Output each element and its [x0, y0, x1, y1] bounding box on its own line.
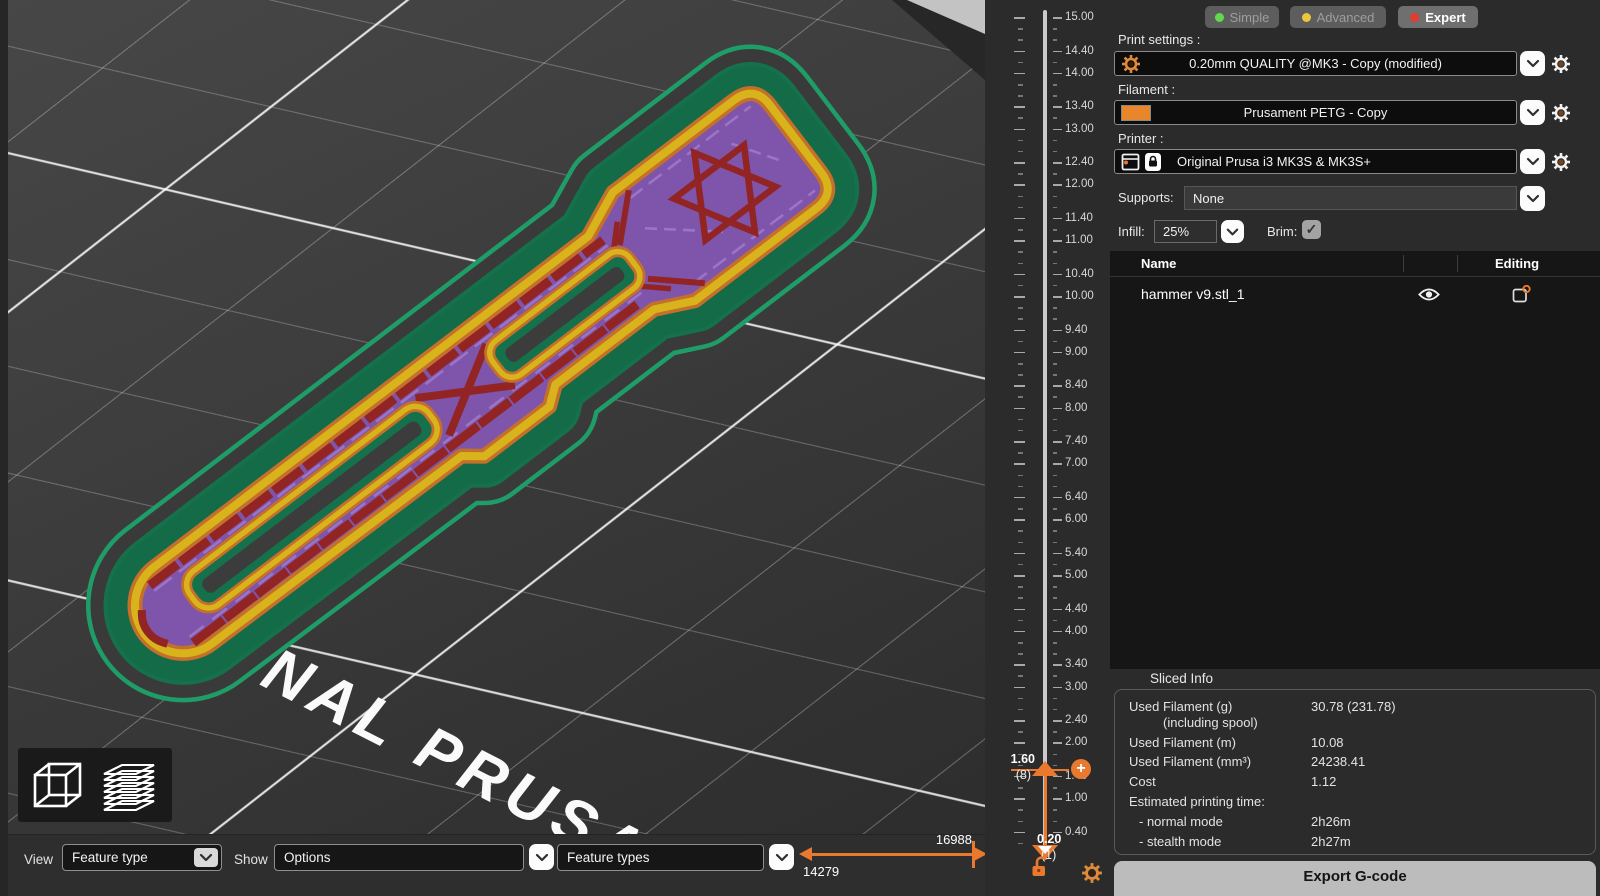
preview-view-button[interactable] [98, 754, 160, 816]
sliced-info-box: Used Filament (g) (including spool) 30.78 … [1114, 689, 1596, 855]
chevron-down-icon [775, 853, 788, 861]
sliced-info-row: - stealth mode 2h27m [1139, 833, 1351, 849]
simple-mode-dot [1214, 12, 1224, 22]
supports-select[interactable]: None [1184, 186, 1517, 210]
supports-label: Supports: [1118, 190, 1174, 205]
add-color-change-button[interactable]: + [1071, 759, 1091, 779]
chevron-down-icon [194, 848, 218, 867]
visibility-eye-icon[interactable] [1418, 287, 1440, 302]
supports-dropdown-button[interactable] [1520, 186, 1545, 211]
legend-select-button[interactable] [769, 844, 794, 870]
print-settings-icon [1121, 53, 1141, 74]
upper-layer-height-value: 1.60 [1010, 752, 1035, 766]
legend-settings-gear-icon[interactable] [1081, 862, 1103, 884]
edit-object-icon[interactable] [1512, 285, 1531, 303]
object-list: Name Editing hammer v9.stl_1 [1110, 251, 1600, 669]
unlock-icon[interactable] [1031, 856, 1051, 878]
infill-value-field[interactable]: 25% [1154, 220, 1217, 243]
show-label: Show [234, 852, 268, 867]
edit-print-settings-gear-icon[interactable] [1551, 54, 1571, 74]
layer-slider-upper-handle[interactable] [1032, 761, 1058, 776]
view-label: View [24, 852, 54, 867]
object-name: hammer v9.stl_1 [1141, 286, 1245, 302]
advanced-mode-dot [1301, 12, 1311, 22]
lock-icon [1149, 155, 1157, 167]
brim-label: Brim: [1267, 224, 1298, 239]
column-editing-header: Editing [1495, 256, 1540, 271]
lower-layer-height-value: 0.20 [1037, 832, 1062, 846]
object-list-header: Name Editing [1110, 251, 1600, 277]
infill-dropdown-button[interactable] [1221, 220, 1244, 243]
view-select[interactable]: Feature type [62, 844, 222, 871]
export-gcode-button[interactable]: Export G-code [1114, 861, 1596, 896]
show-select-button[interactable] [529, 844, 554, 870]
mode-simple-button[interactable]: Simple [1205, 6, 1279, 28]
infill-label: Infill: [1118, 224, 1145, 239]
chevron-down-icon [1526, 194, 1539, 203]
filament-color-swatch [1121, 104, 1151, 121]
chevron-down-icon [1226, 228, 1239, 235]
printer-icon [1121, 153, 1140, 170]
locked-preset-badge [1145, 152, 1161, 171]
sliced-info-row: Used Filament (mm³) 24238.41 [1129, 754, 1366, 770]
preview-toolbar: View Feature type Show Options Feature t… [8, 832, 985, 896]
filament-select[interactable]: Prusament PETG - Copy [1114, 100, 1517, 125]
print-settings-label: Print settings : [1118, 32, 1201, 47]
brim-checkbox[interactable] [1302, 220, 1321, 239]
sliced-info-row: Used Filament (g) (including spool) 30.78 … [1129, 699, 1396, 730]
move-slider-max-label: 16988 [935, 832, 972, 847]
show-select[interactable]: Options [274, 844, 524, 871]
move-slider-current-label: 14279 [803, 864, 840, 879]
printer-dropdown-button[interactable] [1520, 149, 1545, 174]
object-list-row[interactable]: hammer v9.stl_1 [1110, 277, 1600, 313]
printer-label: Printer : [1118, 131, 1164, 146]
move-slider-right-arrow[interactable] [974, 847, 985, 861]
chevron-down-icon [1526, 157, 1539, 166]
chevron-down-icon [535, 853, 548, 861]
printer-select[interactable]: Original Prusa i3 MK3S & MK3S+ [1114, 149, 1517, 174]
preview-3d-viewport[interactable]: GINAL PRUSA View Feature type Show Optio… [0, 0, 985, 896]
print-settings-dropdown-button[interactable] [1520, 51, 1545, 76]
sliced-info-row: Cost 1.12 [1129, 774, 1337, 790]
sliced-info-row: - normal mode 2h26m [1139, 814, 1351, 830]
expert-mode-dot [1410, 12, 1420, 22]
right-settings-panel: Simple Advanced Expert Print settings : … [1110, 0, 1600, 896]
filament-dropdown-button[interactable] [1520, 100, 1545, 125]
edit-printer-gear-icon[interactable] [1551, 152, 1571, 172]
edit-filament-gear-icon[interactable] [1551, 103, 1571, 123]
layer-slider-track[interactable] [1043, 10, 1047, 860]
layer-slider-gutter: 15.00 14.40 14.00 13.40 13.00 12.40 12.00 11.40… [985, 0, 1110, 896]
filament-label: Filament : [1118, 82, 1176, 97]
sliced-info-row: Used Filament (m) 10.08 [1129, 734, 1344, 750]
legend-select[interactable]: Feature types [557, 844, 764, 871]
chevron-down-icon [1526, 59, 1539, 68]
print-settings-select[interactable]: 0.20mm QUALITY @MK3 - Copy (modified) [1114, 51, 1517, 76]
editor-view-button[interactable] [26, 754, 88, 816]
sliced-info-title: Sliced Info [1150, 671, 1214, 686]
sliced-info-row: Estimated printing time: [1129, 794, 1265, 810]
column-name-header: Name [1141, 256, 1177, 271]
view-mode-thumbnails [18, 748, 172, 822]
mode-expert-button[interactable]: Expert [1398, 6, 1478, 28]
mode-advanced-button[interactable]: Advanced [1290, 6, 1386, 28]
move-slider-track[interactable] [810, 853, 974, 856]
upper-layer-number: (8) [1015, 768, 1031, 782]
chevron-down-icon [1526, 108, 1539, 117]
cube-icon [33, 762, 82, 808]
layers-icon [103, 763, 155, 812]
